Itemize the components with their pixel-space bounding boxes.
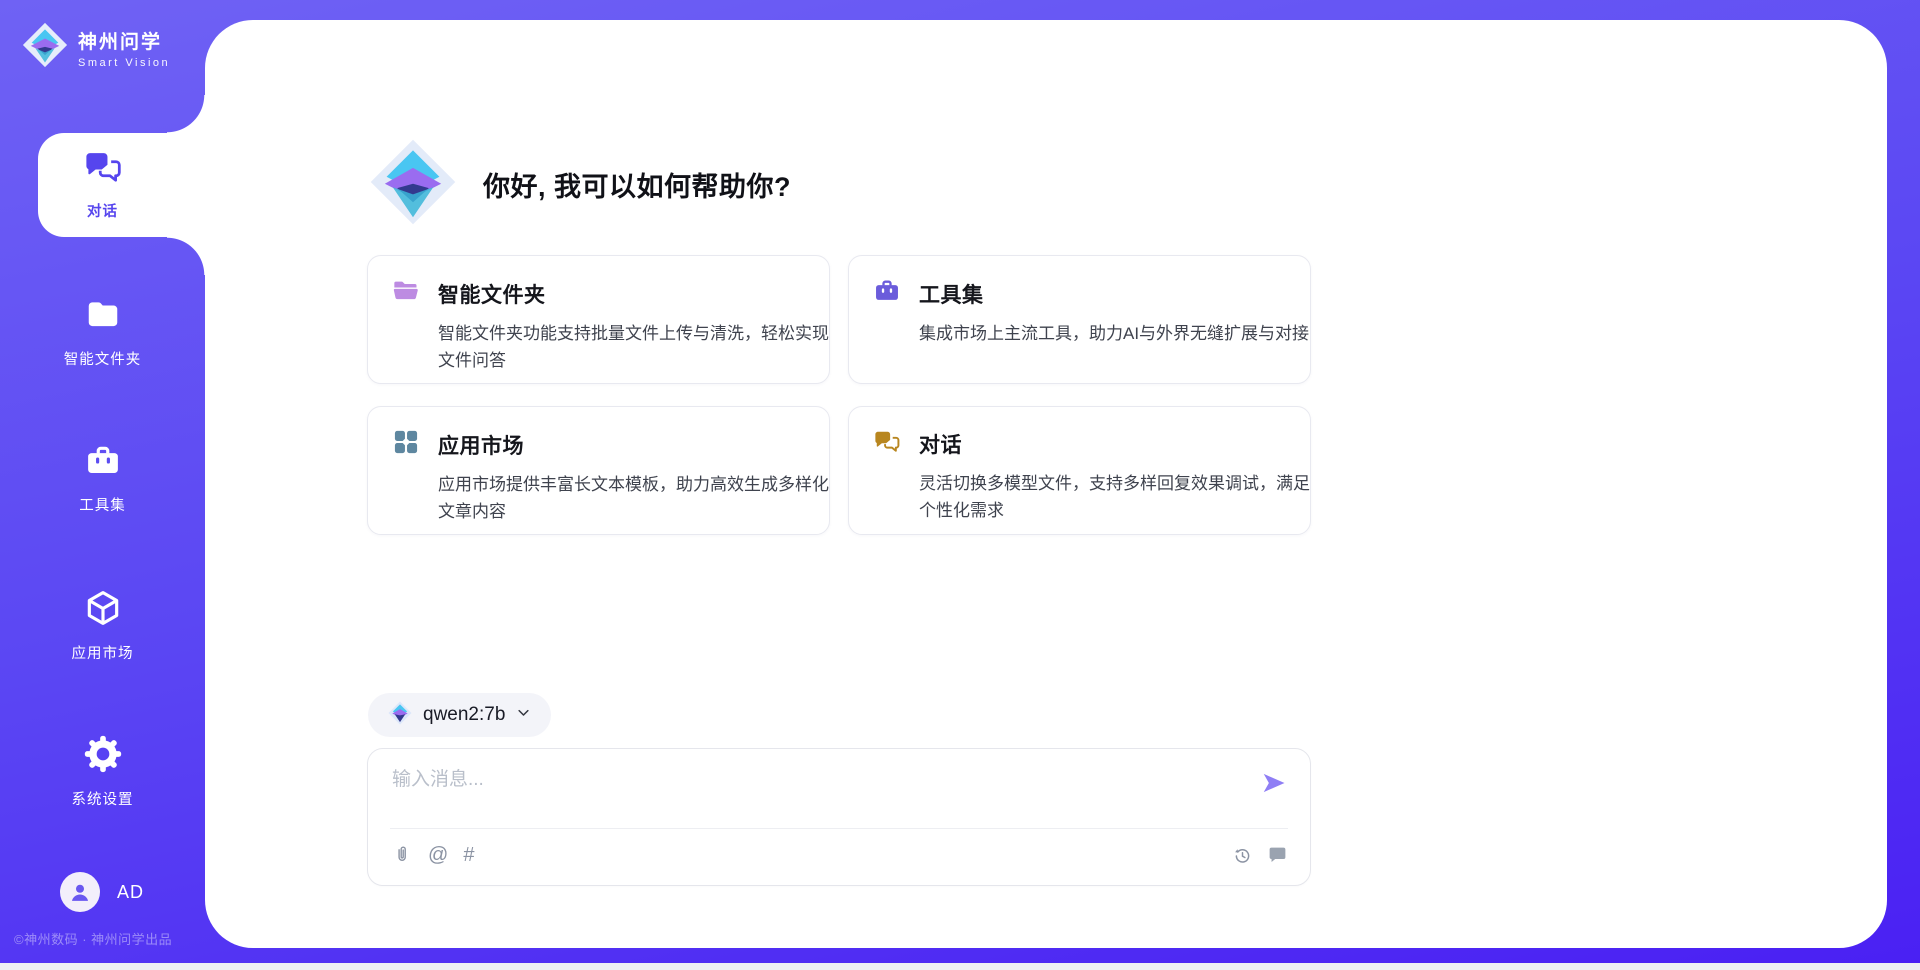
bottom-scrollbar-strip[interactable] [0,963,1920,970]
card-description: 灵活切换多模型文件，支持多样回复效果调试，满足个性化需求 [919,470,1311,524]
card-title: 智能文件夹 [438,279,546,309]
card-description: 集成市场上主流工具，助力AI与外界无缝扩展与对接 [919,320,1311,347]
chevron-down-icon [516,705,531,725]
composer-tools: @ # [392,843,474,866]
user-avatar-icon [67,879,93,905]
user-profile[interactable]: AD [60,872,144,912]
sidebar-item-chat[interactable]: 对话 [0,148,205,221]
gear-icon [83,734,123,779]
card-description: 智能文件夹功能支持批量文件上传与清洗，轻松实现文件问答 [438,320,830,374]
sidebar-item-label: 应用市场 [72,642,134,663]
feedback-chat-icon[interactable] [1267,845,1288,866]
toolbox-icon [84,442,122,485]
greeting-title: 你好, 我可以如何帮助你? [483,165,791,204]
composer-actions [1232,845,1288,866]
card-title: 工具集 [919,279,984,309]
sidebar-item-toolset[interactable]: 工具集 [0,442,205,515]
sidebar-item-app-market[interactable]: 应用市场 [0,588,205,663]
composer-divider [390,828,1288,829]
sidebar-item-smart-folder[interactable]: 智能文件夹 [0,296,205,369]
brand: 神州问学 Smart Vision [22,22,170,73]
send-button[interactable] [1260,769,1288,797]
message-composer: @ # [367,748,1311,886]
sidebar-item-label: 智能文件夹 [64,348,142,369]
model-selector[interactable]: qwen2:7b [368,693,551,737]
card-title: 应用市场 [438,430,524,460]
brand-subtitle: Smart Vision [78,57,170,69]
chat-bubbles-icon [83,148,123,191]
sidebar-item-settings[interactable]: 系统设置 [0,734,205,809]
toolbox-icon [873,277,901,310]
mention-icon[interactable]: @ [428,844,448,866]
card-app-market[interactable]: 应用市场 应用市场提供丰富长文本模板，助力高效生成多样化文章内容 [367,406,830,535]
card-smart-folder[interactable]: 智能文件夹 智能文件夹功能支持批量文件上传与清洗，轻松实现文件问答 [367,255,830,384]
model-name: qwen2:7b [423,704,505,726]
card-title: 对话 [919,429,962,459]
greeting-logo-diamond-icon [369,138,457,231]
greeting-block: 你好, 我可以如何帮助你? [369,140,791,228]
history-icon[interactable] [1232,845,1253,866]
folder-icon [84,296,122,339]
sidebar-item-label: 对话 [87,200,118,221]
attachment-icon[interactable] [392,843,413,866]
folder-open-icon [392,277,420,310]
sidebar-footer: ©神州数码 · 神州问学出品 [14,929,214,948]
card-description: 应用市场提供丰富长文本模板，助力高效生成多样化文章内容 [438,471,830,525]
card-toolset[interactable]: 工具集 集成市场上主流工具，助力AI与外界无缝扩展与对接 [848,255,1311,384]
avatar [60,872,100,912]
tab-fillet-bottom [167,237,205,275]
brand-name: 神州问学 [78,27,170,54]
sidebar-item-label: 工具集 [79,494,126,515]
cube-icon [83,588,123,633]
brand-diamond-icon [22,22,68,73]
send-icon [1260,769,1288,797]
card-chat[interactable]: 对话 灵活切换多模型文件，支持多样回复效果调试，满足个性化需求 [848,406,1311,535]
feature-cards: 智能文件夹 智能文件夹功能支持批量文件上传与清洗，轻松实现文件问答 工具集 集成… [367,255,1311,535]
chat-bubbles-icon [873,428,901,460]
topic-icon[interactable]: # [463,844,474,866]
message-input[interactable] [392,764,1232,822]
model-diamond-icon [388,701,412,730]
tab-fillet-top [167,95,205,133]
user-name: AD [117,882,144,903]
apps-grid-icon [392,428,420,461]
sidebar-item-label: 系统设置 [72,788,134,809]
